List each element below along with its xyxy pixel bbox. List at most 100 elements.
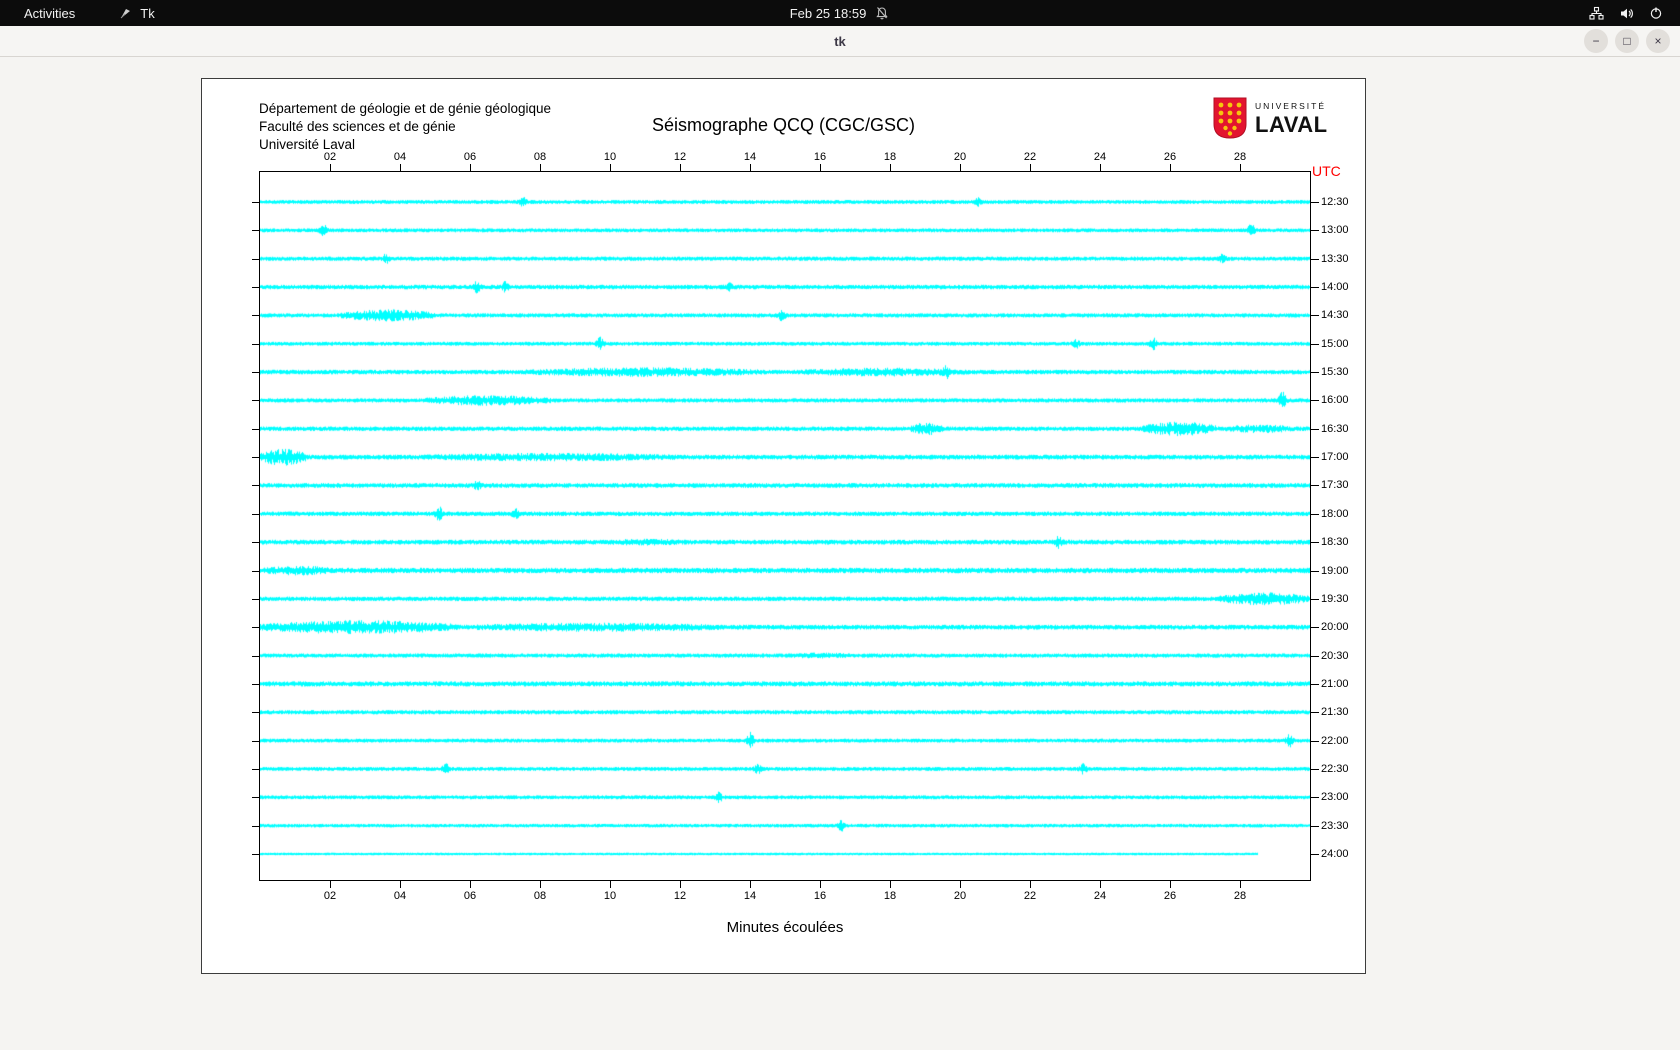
row-tick-left: [252, 344, 259, 345]
row-tick-left: [252, 514, 259, 515]
app-indicator[interactable]: Tk: [117, 5, 154, 21]
row-tick-right: [1311, 712, 1319, 713]
plot-title: Séismographe QCQ (CGC/GSC): [202, 115, 1365, 136]
x-tick-mark-top: [1240, 164, 1241, 171]
x-tick-label-bottom: 06: [455, 890, 485, 902]
row-tick-right: [1311, 344, 1319, 345]
close-button[interactable]: ×: [1646, 29, 1670, 53]
row-tick-left: [252, 826, 259, 827]
x-tick-mark-bottom: [960, 881, 961, 888]
row-tick-right: [1311, 514, 1319, 515]
x-tick-label-top: 28: [1225, 151, 1255, 163]
x-tick-label-bottom: 08: [525, 890, 555, 902]
utc-row-label: 16:00: [1321, 394, 1349, 406]
utc-row-label: 20:00: [1321, 621, 1349, 633]
x-tick-label-bottom: 26: [1155, 890, 1185, 902]
row-tick-right: [1311, 287, 1319, 288]
row-tick-right: [1311, 741, 1319, 742]
x-tick-mark-top: [960, 164, 961, 171]
row-tick-right: [1311, 202, 1319, 203]
x-tick-label-top: 18: [875, 151, 905, 163]
utc-row-label: 20:30: [1321, 650, 1349, 662]
logo-laval-text: LAVAL: [1255, 112, 1328, 138]
row-tick-right: [1311, 259, 1319, 260]
utc-row-label: 23:30: [1321, 820, 1349, 832]
utc-row-label: 12:30: [1321, 196, 1349, 208]
power-icon[interactable]: [1648, 5, 1664, 21]
x-tick-label-bottom: 12: [665, 890, 695, 902]
row-tick-left: [252, 684, 259, 685]
row-tick-right: [1311, 769, 1319, 770]
activities-button[interactable]: Activities: [16, 6, 83, 21]
row-tick-left: [252, 854, 259, 855]
window-titlebar[interactable]: tk − □ ×: [0, 26, 1680, 57]
x-tick-mark-top: [610, 164, 611, 171]
x-tick-mark-top: [1170, 164, 1171, 171]
row-tick-left: [252, 259, 259, 260]
x-tick-label-top: 16: [805, 151, 835, 163]
row-tick-left: [252, 627, 259, 628]
clock[interactable]: Feb 25 18:59: [790, 6, 867, 21]
x-tick-mark-top: [750, 164, 751, 171]
window-title: tk: [834, 34, 846, 49]
utc-row-label: 13:00: [1321, 224, 1349, 236]
x-tick-label-top: 22: [1015, 151, 1045, 163]
x-tick-mark-top: [1100, 164, 1101, 171]
x-tick-mark-top: [540, 164, 541, 171]
row-tick-right: [1311, 826, 1319, 827]
x-tick-mark-bottom: [610, 881, 611, 888]
x-tick-mark-bottom: [820, 881, 821, 888]
row-tick-left: [252, 797, 259, 798]
app-indicator-label: Tk: [140, 6, 154, 21]
row-tick-right: [1311, 627, 1319, 628]
row-tick-left: [252, 599, 259, 600]
x-tick-label-bottom: 22: [1015, 890, 1045, 902]
laval-shield-icon: [1212, 97, 1248, 139]
utc-row-label: 17:00: [1321, 451, 1349, 463]
row-tick-right: [1311, 571, 1319, 572]
utc-row-label: 18:00: [1321, 508, 1349, 520]
x-tick-label-bottom: 28: [1225, 890, 1255, 902]
x-tick-mark-bottom: [1030, 881, 1031, 888]
row-tick-right: [1311, 230, 1319, 231]
row-tick-left: [252, 542, 259, 543]
x-tick-label-bottom: 18: [875, 890, 905, 902]
maximize-button[interactable]: □: [1615, 29, 1639, 53]
x-tick-mark-top: [680, 164, 681, 171]
x-tick-label-bottom: 20: [945, 890, 975, 902]
row-tick-right: [1311, 315, 1319, 316]
row-tick-right: [1311, 797, 1319, 798]
utc-row-label: 22:00: [1321, 735, 1349, 747]
tk-app-icon: [117, 5, 133, 21]
row-tick-right: [1311, 485, 1319, 486]
x-tick-label-bottom: 04: [385, 890, 415, 902]
row-tick-left: [252, 485, 259, 486]
x-tick-mark-bottom: [890, 881, 891, 888]
x-axis-title: Minutes écoulées: [259, 919, 1311, 936]
row-tick-left: [252, 230, 259, 231]
utc-row-label: 14:00: [1321, 281, 1349, 293]
x-tick-label-top: 04: [385, 151, 415, 163]
x-tick-mark-bottom: [470, 881, 471, 888]
x-tick-label-top: 14: [735, 151, 765, 163]
x-tick-label-top: 06: [455, 151, 485, 163]
utc-row-label: 22:30: [1321, 763, 1349, 775]
x-tick-mark-bottom: [750, 881, 751, 888]
x-tick-label-top: 02: [315, 151, 345, 163]
row-tick-left: [252, 571, 259, 572]
row-tick-left: [252, 741, 259, 742]
row-tick-right: [1311, 599, 1319, 600]
window-content: Département de géologie et de génie géol…: [0, 57, 1680, 1050]
volume-icon[interactable]: [1618, 5, 1634, 21]
utc-row-label: 15:00: [1321, 338, 1349, 350]
utc-row-label: 24:00: [1321, 848, 1349, 860]
x-tick-mark-top: [470, 164, 471, 171]
row-tick-right: [1311, 457, 1319, 458]
row-tick-left: [252, 372, 259, 373]
utc-row-label: 21:30: [1321, 706, 1349, 718]
row-tick-left: [252, 712, 259, 713]
network-icon[interactable]: [1588, 5, 1604, 21]
minimize-button[interactable]: −: [1584, 29, 1608, 53]
x-tick-mark-top: [330, 164, 331, 171]
utc-row-label: 18:30: [1321, 536, 1349, 548]
